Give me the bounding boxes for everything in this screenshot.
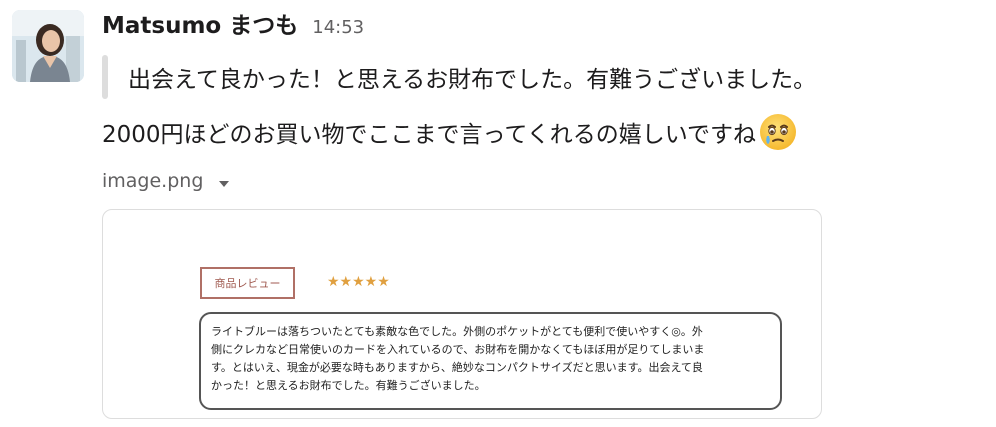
review-tag-label: 商品レビュー: [214, 277, 281, 290]
avatar[interactable]: [12, 10, 84, 82]
review-line: かった！と思えるお財布でした。有難うございました。: [211, 379, 486, 392]
chat-message: Matsumo まつも 14:53 出会えて良かった！と思えるお財布でした。有難…: [0, 0, 996, 427]
sender-name[interactable]: Matsumo まつも: [102, 6, 298, 40]
review-line: ライトブルーは落ちついたとても素敵な色でした。外側のポケットがとても便利で使いや…: [211, 325, 703, 338]
avatar-photo: [12, 10, 84, 82]
quote-bar: [102, 55, 108, 99]
message-text: 2000円ほどのお買い物でここまで言ってくれるの嬉しいですね: [102, 122, 757, 148]
quote-text: 出会えて良かった！と思えるお財布でした。有難うございました。: [128, 67, 817, 93]
face-holding-back-tears-emoji[interactable]: [758, 112, 798, 152]
emoji-graphic: [760, 114, 797, 150]
attachment-filename: image.png: [102, 170, 204, 192]
message-body: 2000円ほどのお買い物でここまで言ってくれるの嬉しいですね: [102, 110, 798, 154]
attachment-toggle[interactable]: image.png: [102, 166, 231, 196]
message-timestamp[interactable]: 14:53: [312, 17, 364, 38]
review-line: 側にクレカなど日常使いのカードを入れているので、お財布を開かなくてもほぼ用が足り…: [211, 343, 705, 356]
caret-down-icon[interactable]: [217, 174, 231, 188]
image-preview[interactable]: 商品レビュー ★★★★★ ライトブルーは落ちついたとても素敵な色でした。外側のポ…: [102, 209, 822, 419]
star-rating: ★★★★★: [327, 274, 390, 290]
message-content: Matsumo まつも 14:53 出会えて良かった！と思えるお財布でした。有難…: [102, 0, 996, 427]
review-tag: 商品レビュー: [200, 267, 295, 299]
review-line: す。とはいえ、現金が必要な時もありますから、絶妙なコンパクトサイズだと思います。…: [211, 361, 703, 374]
block-quote: 出会えて良かった！と思えるお財布でした。有難うございました。: [102, 55, 816, 99]
message-header: Matsumo まつも 14:53: [102, 6, 364, 40]
review-text-box: ライトブルーは落ちついたとても素敵な色でした。外側のポケットがとても便利で使いや…: [199, 312, 782, 410]
